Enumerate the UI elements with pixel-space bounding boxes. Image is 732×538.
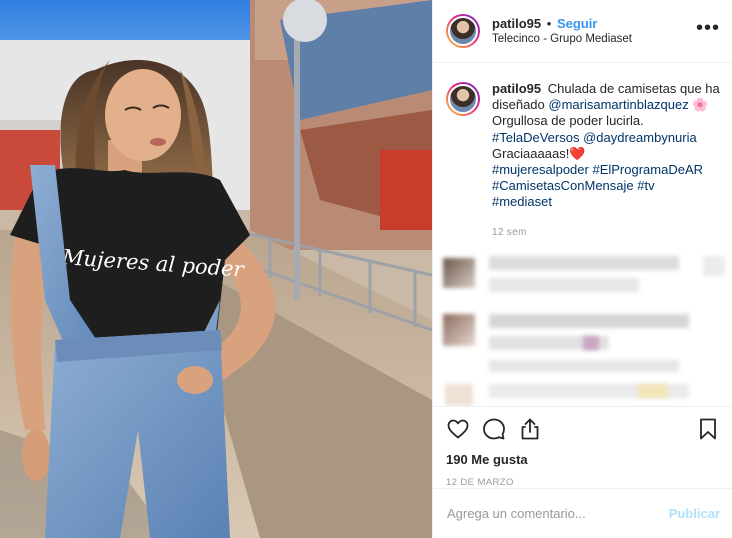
- hashtag-camisetasconmensaje[interactable]: #CamisetasConMensaje: [492, 178, 634, 193]
- post-date[interactable]: 12 DE MARZO: [446, 477, 720, 488]
- flower-emoji: 🌸: [692, 97, 709, 113]
- caption-text-2: Orgullosa de poder lucirla.: [492, 113, 644, 129]
- comment-text-blurred: [489, 278, 639, 292]
- bookmark-icon[interactable]: [696, 417, 720, 441]
- author-avatar[interactable]: [446, 14, 480, 48]
- comment-text-blurred: [489, 314, 689, 328]
- post-side-panel: patilo95 • Seguir Telecinco - Grupo Medi…: [432, 0, 732, 538]
- share-icon[interactable]: [518, 417, 542, 441]
- comment-text-blurred: [489, 256, 679, 270]
- post-actions: 190 Me gusta 12 DE MARZO: [433, 406, 732, 488]
- comment-avatar[interactable]: [443, 258, 475, 288]
- comment-avatar[interactable]: [443, 314, 475, 346]
- caption-username[interactable]: patilo95: [492, 81, 541, 96]
- hashtag-teladeversos[interactable]: #TelaDeVersos: [492, 130, 579, 145]
- caption-time: 12 sem: [492, 226, 527, 238]
- instagram-post: Mujeres al poder patilo95 • Seguir Telec…: [0, 0, 732, 538]
- comment-text-blurred: [638, 384, 668, 398]
- action-icons: [446, 415, 720, 443]
- comment-input[interactable]: [447, 506, 669, 521]
- likes-count[interactable]: 190 Me gusta: [446, 452, 720, 467]
- post-header: patilo95 • Seguir Telecinco - Grupo Medi…: [433, 0, 732, 63]
- comment-text-blurred: [489, 360, 679, 372]
- header-text: patilo95 • Seguir Telecinco - Grupo Medi…: [492, 15, 696, 47]
- caption-body: patilo95 Chulada de camisetas que ha dis…: [492, 81, 720, 241]
- caption-avatar[interactable]: [446, 82, 480, 116]
- add-comment-bar: Publicar: [433, 488, 732, 538]
- heart-emoji: ❤️: [569, 145, 586, 161]
- hashtag-mujeresalpoder[interactable]: #mujeresalpoder: [492, 162, 589, 177]
- mention-daydreambynuria[interactable]: @daydreambynuria: [583, 130, 697, 145]
- photo-illustration: Mujeres al poder: [0, 0, 432, 538]
- caption: patilo95 Chulada de camisetas que ha dis…: [433, 63, 732, 241]
- hashtag-tv[interactable]: #tv: [637, 178, 654, 193]
- comment-text-blurred: [703, 256, 725, 276]
- comment-text-blurred: [583, 336, 599, 350]
- hashtag-mediaset[interactable]: #mediaset: [492, 194, 552, 209]
- comment-bubble-icon[interactable]: [482, 417, 506, 441]
- publish-button[interactable]: Publicar: [669, 506, 720, 521]
- follow-button[interactable]: Seguir: [557, 16, 597, 31]
- author-username[interactable]: patilo95: [492, 16, 541, 31]
- post-photo[interactable]: Mujeres al poder: [0, 0, 432, 538]
- caption-text-3: Graciaaaaas!: [492, 145, 570, 161]
- separator-dot: •: [546, 16, 552, 31]
- post-location[interactable]: Telecinco - Grupo Mediaset: [492, 32, 696, 47]
- comment-avatar[interactable]: [445, 384, 473, 406]
- heart-outline-icon[interactable]: [446, 417, 470, 441]
- mention-marisamartinblazquez[interactable]: @marisamartinblazquez: [548, 97, 688, 112]
- more-horizontal-icon[interactable]: •••: [696, 18, 720, 39]
- hashtag-elprogramadear[interactable]: #ElProgramaDeAR: [592, 162, 703, 177]
- comments-list: [433, 248, 732, 406]
